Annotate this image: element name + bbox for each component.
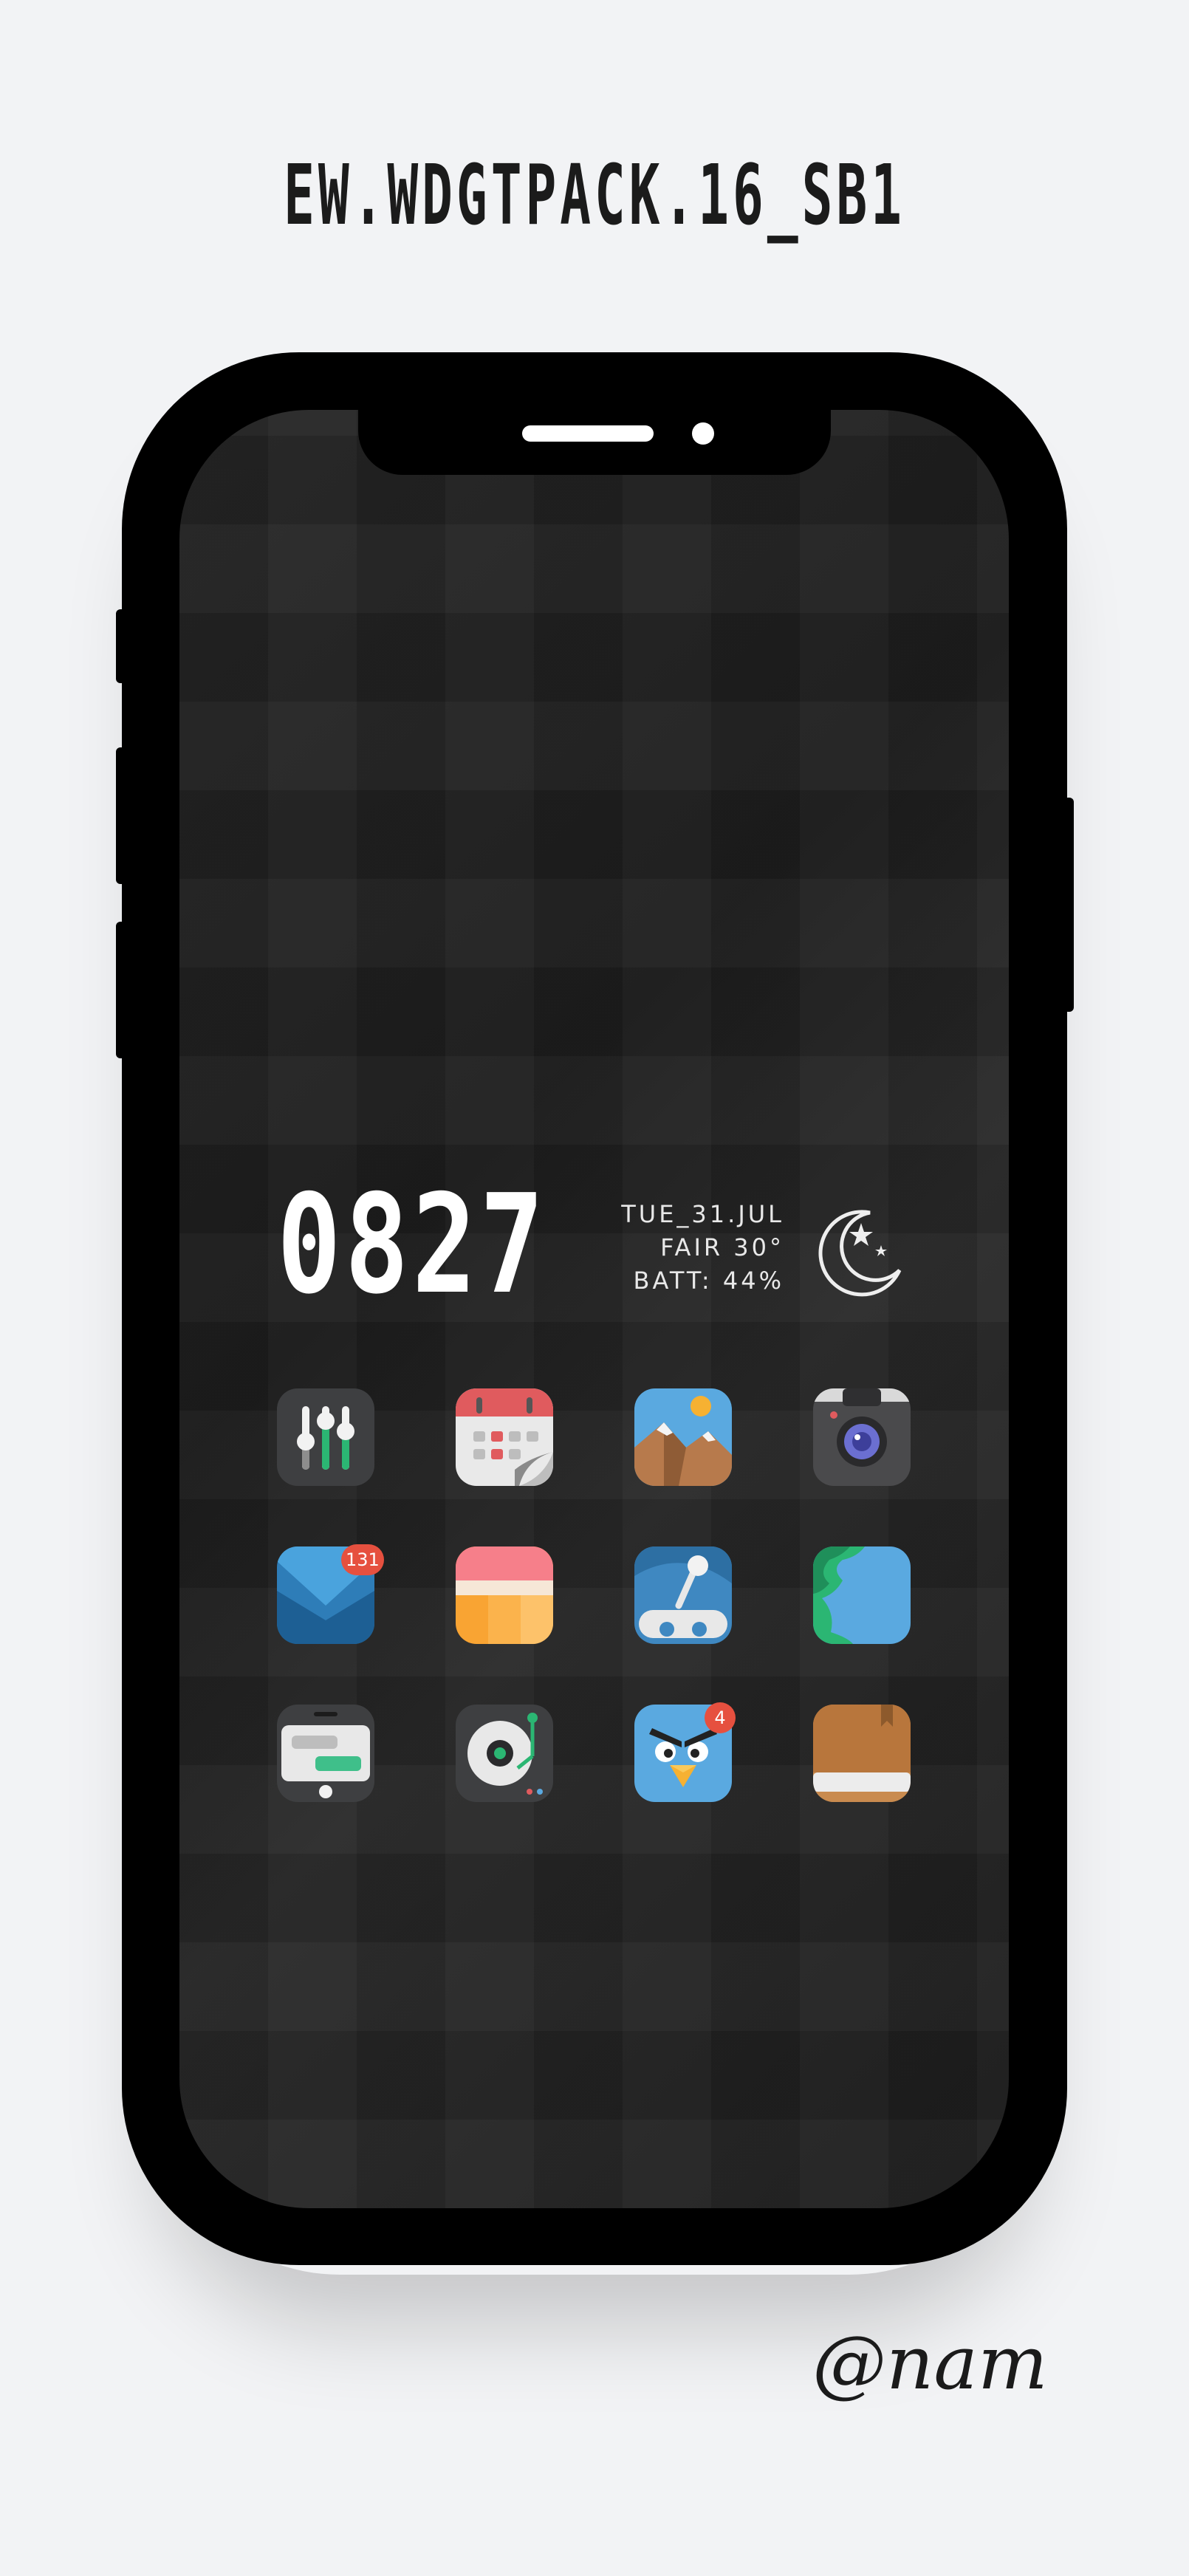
equalizer-icon bbox=[277, 1388, 374, 1486]
gallery-app-icon[interactable] bbox=[634, 1388, 732, 1486]
camera-app-icon[interactable] bbox=[813, 1388, 911, 1486]
book-icon bbox=[813, 1705, 911, 1802]
music-player-app-icon[interactable] bbox=[456, 1705, 553, 1802]
clock-widget-time[interactable]: 0827 bbox=[277, 1176, 544, 1313]
maps-app-icon[interactable] bbox=[813, 1546, 911, 1644]
notes-app-icon[interactable] bbox=[456, 1546, 553, 1644]
weather-text: FAIR 30° bbox=[660, 1233, 784, 1261]
earpiece-speaker bbox=[522, 425, 654, 442]
equalizer-app-icon[interactable] bbox=[277, 1388, 374, 1486]
calendar-app-icon[interactable] bbox=[456, 1388, 553, 1486]
moon-star-icon bbox=[812, 1202, 908, 1298]
camera-icon bbox=[813, 1388, 911, 1486]
angry-birds-badge: 4 bbox=[705, 1702, 736, 1733]
mail-badge: 131 bbox=[341, 1544, 384, 1575]
front-camera bbox=[692, 422, 714, 445]
messages-app-icon[interactable] bbox=[277, 1705, 374, 1802]
messages-icon bbox=[277, 1705, 374, 1802]
music-player-icon bbox=[456, 1705, 553, 1802]
calendar-icon bbox=[456, 1388, 553, 1486]
power-button bbox=[1063, 798, 1074, 1012]
maps-icon bbox=[813, 1546, 911, 1644]
mute-switch bbox=[116, 609, 126, 683]
volume-up-button bbox=[116, 747, 126, 884]
page-title: EW.WDGTPACK.16_SB1 bbox=[284, 148, 905, 244]
rover-icon bbox=[634, 1546, 732, 1644]
clock-widget-info[interactable]: TUE_31.JUL FAIR 30° BATT: 44% bbox=[591, 1198, 784, 1298]
book-app-icon[interactable] bbox=[813, 1705, 911, 1802]
rover-app-icon[interactable] bbox=[634, 1546, 732, 1644]
volume-down-button bbox=[116, 922, 126, 1058]
notes-icon bbox=[456, 1546, 553, 1644]
notch bbox=[358, 410, 831, 475]
battery-text: BATT: 44% bbox=[633, 1267, 784, 1295]
author-signature: @nam bbox=[812, 2320, 1048, 2406]
gallery-icon bbox=[634, 1388, 732, 1486]
date-text: TUE_31.JUL bbox=[621, 1200, 784, 1228]
